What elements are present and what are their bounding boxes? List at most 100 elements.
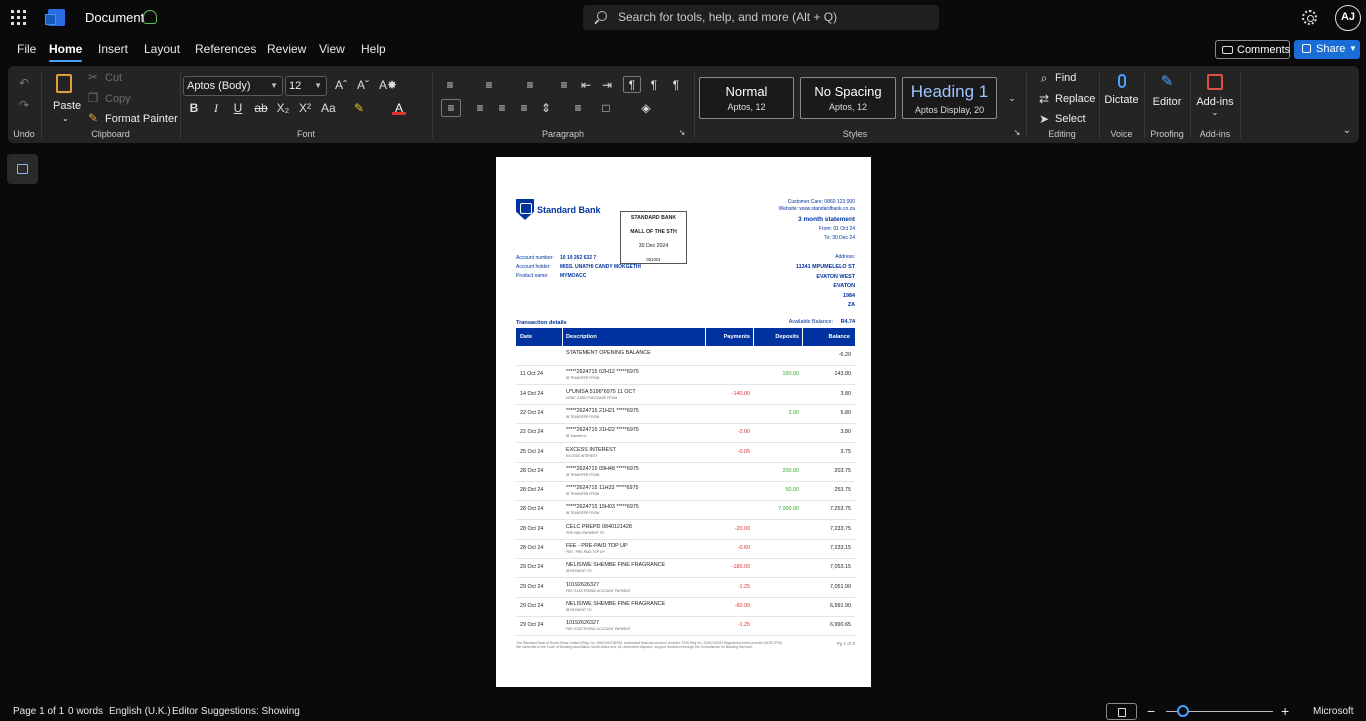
borders-icon[interactable]: □	[599, 101, 613, 115]
description-subtext: FEE: ELECTRONIC ACCOUNT PAYMENT	[566, 588, 631, 593]
show-formatting-icon[interactable]: ¶	[669, 78, 683, 92]
print-layout-button[interactable]	[1106, 703, 1137, 720]
settings-gear-icon[interactable]	[1302, 10, 1317, 25]
underline-icon[interactable]: U	[231, 101, 245, 115]
numbering-icon[interactable]: ≡	[482, 78, 496, 92]
copy-icon: ❐	[87, 91, 99, 105]
grow-font-icon[interactable]: Aˆ	[334, 78, 348, 92]
account-holder: MISS. UNATHI CANDY MOKGETHI	[560, 264, 641, 270]
search-box[interactable]: Search for tools, help, and more (Alt + …	[583, 5, 939, 30]
search-placeholder: Search for tools, help, and more (Alt + …	[618, 10, 838, 24]
saved-cloud-icon[interactable]	[143, 10, 157, 24]
brand-label: Microsoft	[1313, 706, 1354, 717]
page-count[interactable]: Page 1 of 1	[13, 706, 64, 717]
word-count[interactable]: 0 words	[68, 706, 103, 717]
address-line: ZA	[847, 302, 855, 308]
rtl-icon[interactable]: ¶	[647, 78, 661, 92]
editor-button[interactable]: ✎ Editor	[1145, 74, 1189, 109]
tab-insert[interactable]: Insert	[98, 42, 128, 56]
chevron-down-icon: ⌄	[62, 114, 69, 123]
replace-button[interactable]: Replace	[1055, 93, 1095, 105]
redo-icon[interactable]: ↷	[17, 98, 31, 112]
dictate-button[interactable]: Dictate	[1100, 74, 1143, 106]
font-size-select[interactable]: 12 ▼	[285, 76, 327, 96]
format-painter-button[interactable]: Format Painter	[105, 113, 178, 125]
line-spacing-icon[interactable]: ⇕	[539, 101, 553, 115]
paste-button[interactable]: Paste ⌄	[50, 72, 81, 124]
paragraph-spacing-icon[interactable]: ≡	[571, 101, 585, 115]
undo-group-label: Undo	[13, 129, 35, 139]
align-center-icon[interactable]: ≡	[473, 101, 487, 115]
collapse-ribbon-icon[interactable]: ⌄	[1340, 124, 1354, 138]
superscript-icon[interactable]: X²	[298, 101, 312, 115]
description-subtext: IB TRANSFER FROM	[566, 492, 600, 497]
strikethrough-icon[interactable]: ab	[254, 101, 268, 115]
align-right-icon[interactable]: ≡	[495, 101, 509, 115]
checklist-icon[interactable]: ≡	[557, 78, 571, 92]
zoom-out-icon[interactable]: −	[1147, 703, 1155, 719]
decrease-indent-icon[interactable]: ⇤	[579, 78, 593, 92]
chevron-down-icon[interactable]: ▼	[1349, 44, 1357, 53]
increase-indent-icon[interactable]: ⇥	[600, 78, 614, 92]
date-cell: 28 Oct 24	[520, 545, 544, 551]
bold-icon[interactable]: B	[187, 101, 201, 115]
italic-icon[interactable]: I	[209, 101, 223, 115]
copy-button[interactable]: Copy	[105, 93, 131, 105]
editor-suggestions[interactable]: Editor Suggestions: Showing	[172, 706, 300, 717]
subscript-icon[interactable]: X₂	[276, 101, 290, 115]
date-cell: 28 Oct 24	[520, 525, 544, 532]
style-normal[interactable]: Normal Aptos, 12	[699, 77, 794, 119]
balance-cell: 5.80	[840, 409, 852, 416]
highlight-icon[interactable]: ✎	[352, 101, 366, 115]
page-icon	[1118, 708, 1126, 717]
tab-layout[interactable]: Layout	[144, 42, 180, 56]
select-button[interactable]: Select	[1055, 113, 1086, 125]
balance-cell: -6.20	[838, 352, 851, 358]
font-name-select[interactable]: Aptos (Body) ▼	[183, 76, 283, 96]
description-cell: *****2624715 21H21 *****6975	[566, 407, 639, 414]
tab-review[interactable]: Review	[267, 42, 306, 56]
app-launcher-icon[interactable]	[11, 10, 26, 25]
balance-cell: 3.80	[840, 429, 852, 436]
avatar[interactable]: AJ	[1335, 5, 1361, 31]
table-row: 28 Oct 24 *****2624715 09H48 *****6975 IB …	[516, 463, 855, 482]
multilevel-list-icon[interactable]: ≡	[523, 78, 537, 92]
date-cell: 14 Oct 24	[520, 390, 544, 397]
dictate-label: Dictate	[1104, 94, 1139, 106]
bank-name: Standard Bank	[537, 205, 601, 215]
tab-home[interactable]: Home	[49, 42, 83, 62]
chevron-down-icon: ▼	[270, 81, 278, 90]
tab-view[interactable]: View	[319, 42, 345, 56]
document-page[interactable]: Standard Bank STANDARD BANK MALL OF THE …	[496, 157, 871, 687]
tab-file[interactable]: File	[17, 42, 36, 56]
font-color-icon[interactable]: A	[392, 101, 406, 115]
date-cell: 11 Oct 24	[520, 371, 543, 378]
cut-button[interactable]: Cut	[105, 72, 122, 84]
style-heading-1[interactable]: Heading 1 Aptos Display, 20	[902, 77, 997, 119]
change-case-icon[interactable]: Aa	[321, 101, 336, 115]
shrink-font-icon[interactable]: Aˇ	[356, 78, 370, 92]
find-button[interactable]: Find	[1055, 72, 1076, 84]
tab-help[interactable]: Help	[361, 42, 386, 56]
zoom-slider-thumb[interactable]	[1177, 705, 1189, 717]
language[interactable]: English (U.K.)	[109, 706, 171, 717]
justify-icon[interactable]: ≡	[517, 101, 531, 115]
undo-icon[interactable]: ↶	[17, 76, 31, 90]
comments-button[interactable]: Comments	[1215, 40, 1290, 59]
font-name-value: Aptos (Body)	[187, 80, 251, 92]
navigation-pane-button[interactable]	[7, 154, 38, 184]
clear-formatting-icon[interactable]: A✸	[379, 78, 397, 92]
page-number: Pg 1 of 8	[836, 641, 855, 646]
ltr-icon[interactable]: ¶	[623, 76, 641, 93]
proofing-group: ✎ Editor Proofing	[1145, 66, 1189, 143]
bullets-icon[interactable]: ≡	[443, 78, 457, 92]
align-left-icon[interactable]: ≡	[441, 99, 461, 117]
shading-icon[interactable]: ◈	[639, 101, 653, 115]
zoom-in-icon[interactable]: +	[1281, 703, 1289, 719]
share-button[interactable]: Share ▼	[1294, 40, 1360, 59]
addins-button[interactable]: Add-ins ⌄	[1191, 74, 1239, 117]
style-no-spacing[interactable]: No Spacing Aptos, 12	[800, 77, 896, 119]
styles-more-icon[interactable]: ⌄	[1005, 91, 1019, 105]
tab-references[interactable]: References	[195, 42, 256, 56]
document-title[interactable]: Document	[85, 10, 144, 25]
